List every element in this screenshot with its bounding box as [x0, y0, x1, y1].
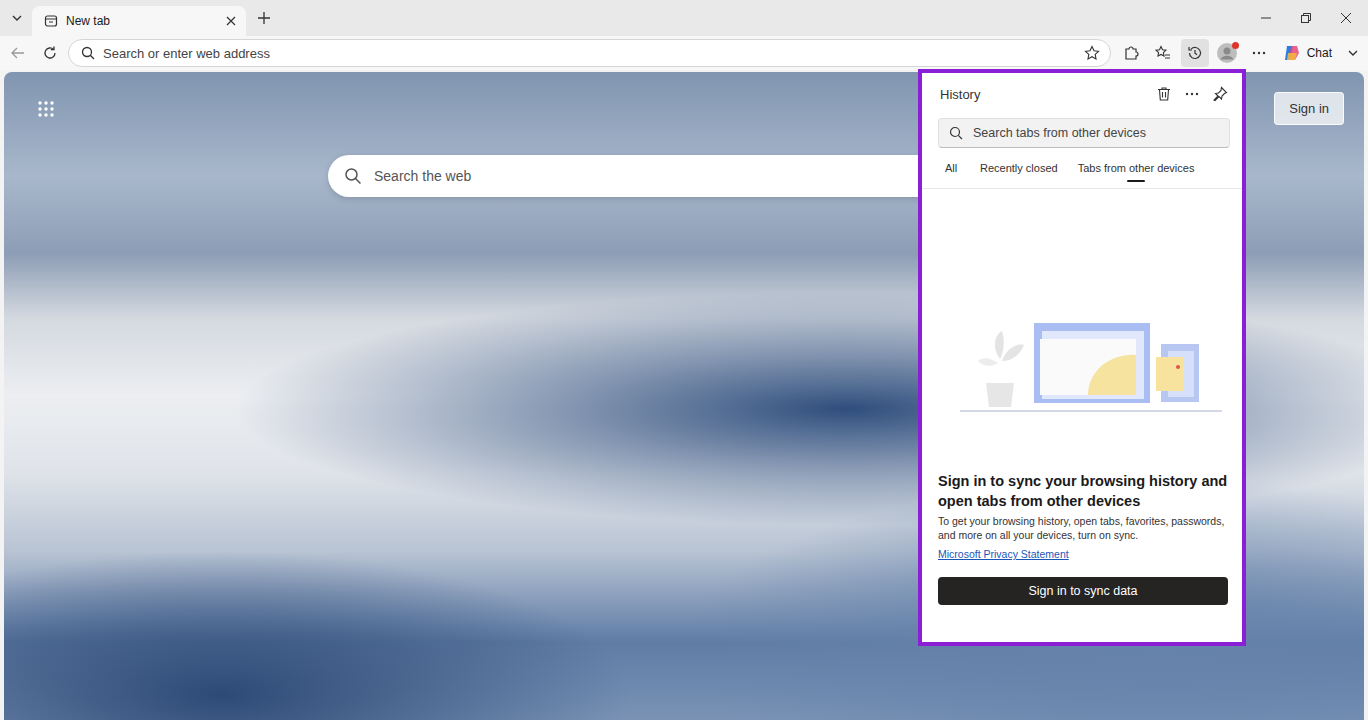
sync-description: To get your browsing history, open tabs,… [938, 514, 1228, 542]
chevron-down-icon [1347, 47, 1359, 59]
restore-icon [1301, 13, 1311, 23]
history-search-placeholder: Search tabs from other devices [973, 126, 1146, 140]
pin-icon[interactable] [1212, 86, 1228, 102]
notification-dot [1232, 42, 1239, 49]
history-tab-label: Recently closed [980, 162, 1058, 174]
favorites-button[interactable] [1149, 39, 1177, 67]
chat-button[interactable]: Chat [1277, 40, 1338, 66]
minimize-button[interactable] [1246, 0, 1286, 36]
star-icon[interactable] [1084, 45, 1100, 61]
selected-tab-indicator [1010, 180, 1028, 182]
close-icon[interactable] [226, 16, 236, 26]
window-controls [1246, 0, 1366, 36]
chevron-down-icon [11, 12, 23, 24]
more-icon [1251, 45, 1267, 61]
plus-icon [257, 11, 271, 25]
tab-strip: New tab [0, 0, 1368, 36]
new-tab-icon [44, 14, 58, 28]
history-tab[interactable]: Tabs from other devices [1078, 162, 1195, 188]
chat-dropdown-button[interactable] [1342, 39, 1364, 67]
search-icon [344, 167, 362, 185]
close-icon [1341, 13, 1351, 23]
selected-tab-indicator [1127, 180, 1145, 182]
privacy-statement-link[interactable]: Microsoft Privacy Statement [938, 548, 1228, 560]
extensions-button[interactable] [1117, 39, 1145, 67]
history-title: History [940, 87, 980, 102]
search-icon [81, 46, 95, 60]
sync-heading: Sign in to sync your browsing history an… [938, 471, 1228, 511]
back-button[interactable] [4, 39, 32, 67]
history-search-field[interactable]: Search tabs from other devices [938, 118, 1230, 148]
sign-in-button[interactable]: Sign in [1274, 92, 1344, 125]
chat-label: Chat [1307, 46, 1332, 60]
puzzle-icon [1123, 45, 1139, 61]
web-search-placeholder: Search the web [374, 168, 471, 184]
trash-icon[interactable] [1156, 86, 1172, 102]
history-tab-label: All [945, 162, 957, 174]
more-icon[interactable] [1184, 86, 1200, 102]
selected-tab-indicator [942, 180, 960, 182]
history-tab[interactable]: Recently closed [980, 162, 1058, 188]
restore-button[interactable] [1286, 0, 1326, 36]
apps-grid-icon [37, 100, 55, 118]
favorites-icon [1155, 45, 1171, 61]
sign-in-sync-button[interactable]: Sign in to sync data [938, 577, 1228, 605]
apps-button[interactable] [32, 95, 60, 123]
search-icon [949, 126, 963, 140]
browser-window: New tab Search or enter web address Chat Si… [0, 0, 1368, 720]
browser-tab[interactable]: New tab [32, 6, 246, 36]
refresh-icon [42, 45, 58, 61]
address-bar[interactable]: Search or enter web address [68, 39, 1111, 67]
address-placeholder: Search or enter web address [103, 46, 1076, 61]
history-header: History [922, 73, 1242, 106]
history-button[interactable] [1181, 39, 1209, 67]
tab-label: New tab [66, 14, 218, 28]
profile-button[interactable] [1213, 39, 1241, 67]
new-tab-button[interactable] [250, 4, 278, 32]
tab-actions-button[interactable] [6, 4, 28, 32]
devices-illustration-icon [960, 319, 1230, 429]
history-panel: History Search tabs from other devices All… [918, 69, 1246, 646]
more-button[interactable] [1245, 39, 1273, 67]
sync-prompt: Sign in to sync your browsing history an… [922, 189, 1242, 642]
close-button[interactable] [1326, 0, 1366, 36]
toolbar: Search or enter web address Chat [0, 36, 1368, 70]
back-arrow-icon [10, 45, 26, 61]
copilot-logo-icon [1283, 44, 1301, 62]
minimize-icon [1261, 13, 1271, 23]
history-tab-label: Tabs from other devices [1078, 162, 1195, 174]
history-tab[interactable]: All [942, 162, 960, 188]
refresh-button[interactable] [36, 39, 64, 67]
history-icon [1187, 45, 1203, 61]
history-tabs: All Recently closed Tabs from other device… [922, 148, 1242, 189]
